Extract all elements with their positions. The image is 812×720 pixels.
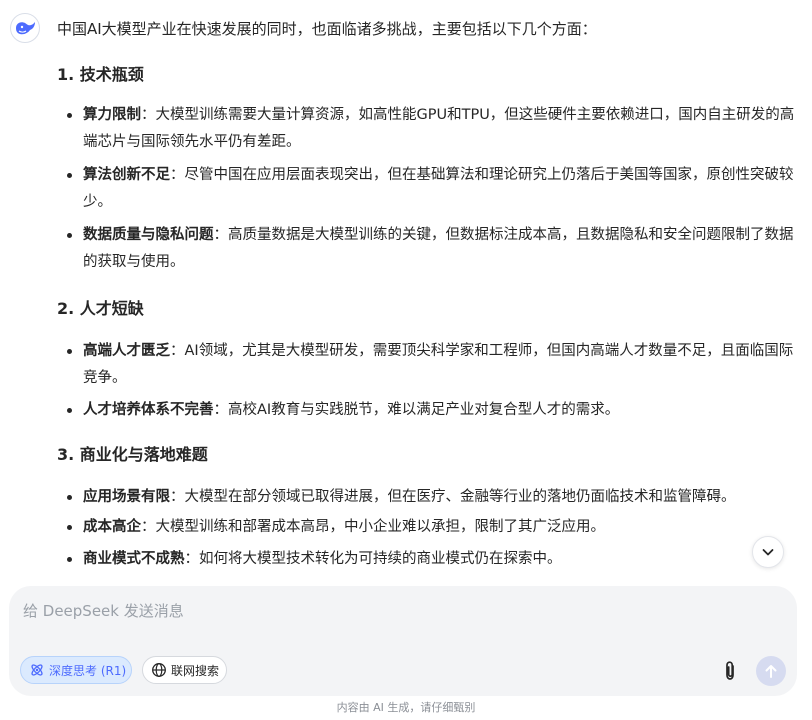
- item-term: 算力限制: [83, 107, 141, 123]
- item-text: ：AI领域，尤其是大模型研发，需要顶尖科学家和工程师，但国内高端人才数量不足，且…: [83, 343, 794, 386]
- message-composer: 深度思考 (R1) 联网搜索: [9, 586, 797, 696]
- bullet-dot: [67, 233, 72, 238]
- message-intro: 中国AI大模型产业在快速发展的同时，也面临诸多挑战，主要包括以下几个方面：: [57, 20, 597, 38]
- item-term: 商业模式不成熟: [83, 551, 185, 567]
- section-title-technology: 1. 技术瓶颈: [57, 65, 144, 84]
- item-term: 数据质量与隐私问题: [83, 227, 214, 243]
- bullet-dot: [67, 525, 72, 530]
- bullet-dot: [67, 557, 72, 562]
- ai-disclaimer: 内容由 AI 生成，请仔细甄别: [336, 701, 476, 714]
- bullet-dot: [67, 113, 72, 118]
- paperclip-icon: [726, 661, 734, 680]
- atom-icon: [31, 664, 43, 676]
- item-text: ：尽管中国在应用层面表现突出，但在基础算法和理论研究上仍落后于美国等国家，原创性…: [83, 167, 794, 210]
- list-item: 数据质量与隐私问题：高质量数据是大模型训练的关键，但数据标注成本高，且数据隐私和…: [67, 222, 797, 276]
- section-title-talent: 2. 人才短缺: [57, 299, 144, 318]
- list-item: 算力限制：大模型训练需要大量计算资源，如高性能GPU和TPU，但这些硬件主要依赖…: [67, 102, 797, 156]
- bullet-dot: [67, 349, 72, 354]
- assistant-message: 中国AI大模型产业在快速发展的同时，也面临诸多挑战，主要包括以下几个方面： 1.…: [0, 0, 812, 582]
- web-search-toggle[interactable]: 联网搜索: [142, 656, 227, 684]
- deep-think-toggle[interactable]: 深度思考 (R1): [20, 656, 132, 684]
- attach-file-button[interactable]: [720, 660, 740, 682]
- item-text: ：大模型训练和部署成本高昂，中小企业难以承担，限制了其广泛应用。: [141, 519, 605, 535]
- item-text: ：如何将大模型技术转化为可持续的商业模式仍在探索中。: [184, 551, 562, 567]
- message-input[interactable]: [23, 600, 763, 630]
- item-term: 成本高企: [83, 519, 141, 535]
- item-term: 算法创新不足: [83, 167, 170, 183]
- item-term: 人才培养体系不完善: [83, 402, 214, 418]
- send-button[interactable]: [756, 656, 786, 686]
- scroll-to-bottom-button[interactable]: [752, 536, 784, 568]
- deep-think-label: 深度思考 (R1): [49, 663, 127, 678]
- item-text: ：高校AI教育与实践脱节，难以满足产业对复合型人才的需求。: [213, 402, 620, 418]
- chevron-down-icon: [762, 549, 774, 556]
- item-text: ：大模型训练需要大量计算资源，如高性能GPU和TPU，但这些硬件主要依赖进口，国…: [83, 107, 795, 150]
- list-item: 算法创新不足：尽管中国在应用层面表现突出，但在基础算法和理论研究上仍落后于美国等…: [67, 162, 797, 216]
- item-term: 高端人才匮乏: [83, 343, 170, 359]
- deepseek-whale-icon: [10, 13, 40, 43]
- list-item: 成本高企：大模型训练和部署成本高昂，中小企业难以承担，限制了其广泛应用。: [67, 514, 797, 541]
- bullet-dot: [67, 173, 72, 178]
- bullet-dot: [67, 495, 72, 500]
- arrow-up-icon: [765, 665, 777, 678]
- list-item: 高端人才匮乏：AI领域，尤其是大模型研发，需要顶尖科学家和工程师，但国内高端人才…: [67, 338, 797, 392]
- list-item: 应用场景有限：大模型在部分领域已取得进展，但在医疗、金融等行业的落地仍面临技术和…: [67, 484, 797, 511]
- web-search-label: 联网搜索: [171, 663, 220, 678]
- item-term: 应用场景有限: [83, 489, 170, 505]
- list-item: 人才培养体系不完善：高校AI教育与实践脱节，难以满足产业对复合型人才的需求。: [67, 397, 797, 424]
- list-item: 商业模式不成熟：如何将大模型技术转化为可持续的商业模式仍在探索中。: [67, 546, 797, 573]
- globe-icon: [152, 663, 166, 677]
- section-title-commercialization: 3. 商业化与落地难题: [57, 445, 208, 464]
- item-text: ：大模型在部分领域已取得进展，但在医疗、金融等行业的落地仍面临技术和监管障碍。: [170, 489, 736, 505]
- bullet-dot: [67, 408, 72, 413]
